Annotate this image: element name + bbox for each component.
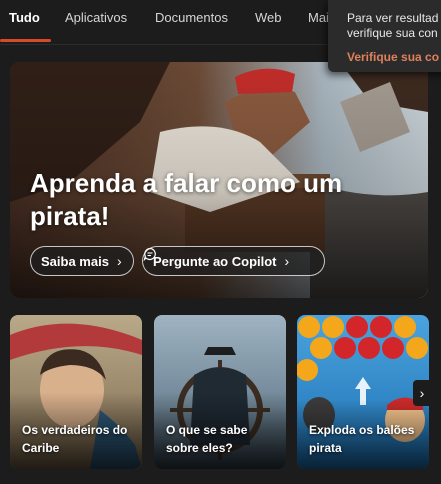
learn-more-button[interactable]: Saiba mais › xyxy=(30,246,134,276)
ask-copilot-label: Pergunte ao Copilot xyxy=(153,253,277,269)
tab-all[interactable]: Tudo xyxy=(9,10,40,25)
story-card-what-is-known[interactable]: O que se sabe sobre eles? xyxy=(154,315,286,469)
hero-card[interactable]: Aprenda a falar como um pirata! Saiba ma… xyxy=(10,62,428,298)
flyout-message-line-1: Para ver resultad xyxy=(347,11,439,25)
verify-account-link[interactable]: Verifique sua co xyxy=(347,50,439,64)
tab-apps[interactable]: Aplicativos xyxy=(65,10,127,25)
learn-more-label: Saiba mais xyxy=(41,253,109,269)
game-card-bubble-pirate[interactable]: Exploda os balões pirata xyxy=(297,315,429,469)
sign-in-flyout: Para ver resultad verifique sua con Veri… xyxy=(328,0,441,72)
active-tab-indicator xyxy=(0,39,51,42)
ask-copilot-button[interactable]: Pergunte ao Copilot › xyxy=(142,246,325,276)
flyout-message: Para ver resultad verifique sua con xyxy=(347,11,438,41)
tab-web[interactable]: Web xyxy=(255,10,282,25)
copilot-chat-icon xyxy=(143,247,156,261)
chevron-right-icon: › xyxy=(116,253,122,269)
flyout-message-line-2: verifique sua con xyxy=(347,26,438,40)
tab-more[interactable]: Mai xyxy=(308,10,329,25)
chevron-right-icon: › xyxy=(284,253,290,269)
tab-documents[interactable]: Documentos xyxy=(155,10,228,25)
story-card-caribbean[interactable]: Os verdadeiros do Caribe xyxy=(10,315,142,469)
scroll-right-button[interactable]: › xyxy=(413,380,431,406)
hero-title: Aprenda a falar como um pirata! xyxy=(30,168,343,231)
card-title: Exploda os balões pirata xyxy=(309,423,415,455)
chevron-right-icon: › xyxy=(419,385,425,401)
card-title: Os verdadeiros do Caribe xyxy=(22,423,128,455)
card-title: O que se sabe sobre eles? xyxy=(166,423,248,455)
